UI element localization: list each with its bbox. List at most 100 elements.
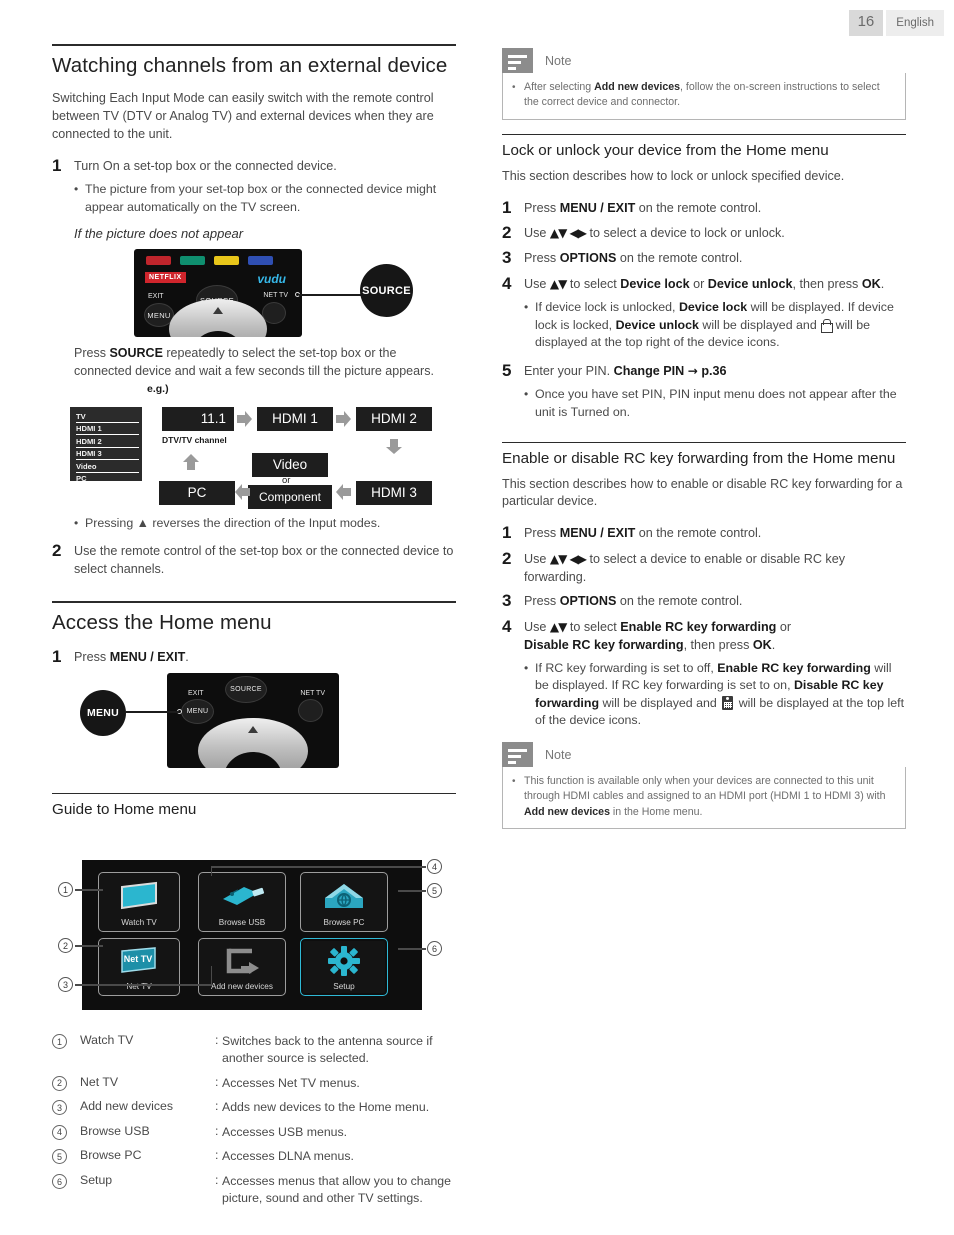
- step-pre: Use: [524, 619, 550, 634]
- bullet-dot: •: [524, 660, 529, 675]
- step-or: or: [776, 619, 792, 634]
- step-text: Use ▲▼ to select Device lock or Device u…: [524, 274, 906, 294]
- legend-row: 6 Setup : Accesses menus that allow you …: [52, 1173, 456, 1206]
- document-page: 16 English Watching channels from an ext…: [0, 0, 954, 1235]
- rc-step-1: 1 Press MENU / EXIT on the remote contro…: [502, 523, 906, 543]
- step-text: Press MENU / EXIT on the remote control.: [524, 198, 906, 218]
- step-1: 1 Turn On a set-top box or the connected…: [52, 156, 456, 176]
- bullet-e: will be displayed and: [599, 695, 721, 710]
- step-end: .: [771, 637, 776, 652]
- tile-net-tv[interactable]: Net TV Net TV: [98, 938, 180, 997]
- callout-line-4a: [211, 866, 426, 868]
- note-text-a: This function is available only when you…: [524, 775, 886, 803]
- lock-step-4: 4 Use ▲▼ to select Device lock or Device…: [502, 274, 906, 294]
- note-header: Note: [502, 48, 906, 73]
- device-unlock-keyword: Device unlock: [707, 276, 793, 291]
- step-number: 2: [502, 548, 512, 568]
- lock-intro: This section describes how to lock or un…: [502, 168, 845, 183]
- input-mode-flow-diagram: TV HDMI 1 HDMI 2 HDMI 3 Video PC 11.1 HD…: [52, 397, 456, 509]
- home-menu-figure: Watch TV Net TV Net TV Browse USB Add ne…: [52, 830, 456, 1025]
- legend-colon: :: [215, 1148, 219, 1163]
- arrow-right-icon: [237, 410, 253, 428]
- device-lock-keyword: Device lock: [620, 276, 690, 291]
- page-ref-arrow-icon: →: [687, 363, 698, 378]
- updown-arrows-icon: ▲▼: [549, 276, 567, 291]
- updown-arrows-icon: ▲▼: [549, 619, 567, 634]
- step-post: on the remote control.: [616, 594, 743, 609]
- access-home-menu-heading: Access the Home menu: [52, 601, 456, 635]
- callout-line-3a: [75, 984, 212, 986]
- bullet-item: • Once you have set PIN, PIN input menu …: [524, 386, 906, 421]
- tile-setup[interactable]: Setup: [300, 938, 388, 997]
- arrow-up-icon: [182, 453, 200, 471]
- note-text-a: After selecting: [524, 81, 595, 93]
- remote-figure-menu: SOURCE EXIT MENU NET TV MENU: [52, 673, 456, 773]
- arrow-left-icon: [234, 483, 250, 501]
- bullet-dot: •: [74, 515, 79, 530]
- step-number: 1: [502, 197, 512, 217]
- green-key-icon: [180, 256, 205, 266]
- note-keyword: Add new devices: [524, 805, 610, 818]
- bullet-item: • Pressing ▲ reverses the direction of t…: [74, 515, 456, 533]
- lock-step-2: 2 Use ▲▼ ◀▶ to select a device to lock o…: [502, 223, 906, 243]
- remote-control-icon: [722, 695, 734, 710]
- arrow-down-icon: [385, 438, 403, 455]
- step-number: 2: [52, 541, 62, 561]
- legend-description: Accesses USB menus.: [222, 1124, 348, 1139]
- menu-leader-line: [126, 711, 179, 713]
- rc-step-2: 2 Use ▲▼ ◀▶ to select a device to enable…: [502, 549, 906, 587]
- callout-number-6: 6: [427, 941, 442, 957]
- legend-name: Browse PC: [80, 1148, 142, 1163]
- step-text: Use ▲▼ ◀▶ to select a device to enable o…: [524, 549, 906, 587]
- tile-browse-usb[interactable]: Browse USB: [198, 872, 286, 933]
- guide-to-home-menu-heading: Guide to Home menu: [52, 793, 456, 818]
- step-text: Use ▲▼ ◀▶ to select a device to lock or …: [524, 223, 906, 243]
- step-number: 1: [502, 523, 512, 543]
- tile-watch-tv[interactable]: Watch TV: [98, 872, 180, 933]
- color-keys-row: [146, 256, 273, 266]
- callout-source-button: SOURCE: [360, 264, 413, 318]
- step-keyword: OPTIONS: [559, 251, 617, 266]
- left-column: Watching channels from an external devic…: [52, 44, 456, 1214]
- netflix-logo: NETFLIX: [145, 272, 186, 284]
- flow-block-channel: 11.1: [162, 406, 234, 431]
- right-column: Note • After selecting Add new devices , …: [502, 44, 906, 843]
- lock-step-1: 1 Press MENU / EXIT on the remote contro…: [502, 198, 906, 218]
- source-list-item: HDMI 2: [76, 436, 139, 448]
- note-icon: [502, 48, 533, 73]
- if-picture-not-appear-heading: If the picture does not appear: [74, 226, 244, 242]
- step-number: 3: [502, 248, 512, 268]
- blue-key-icon: [248, 256, 273, 266]
- step-then: , then press: [792, 276, 862, 291]
- source-instruction: Press SOURCE repeatedly to select the se…: [74, 345, 456, 381]
- tile-browse-pc[interactable]: Browse PC: [300, 872, 388, 933]
- lock-icon: [821, 318, 834, 333]
- step-end: .: [880, 276, 885, 291]
- step-text: Use ▲▼ to select Enable RC key forwardin…: [524, 617, 906, 655]
- remote-menu-button: MENU: [181, 699, 214, 725]
- step-text: Use the remote control of the set-top bo…: [74, 544, 454, 577]
- rc-step-4-bullets: • If RC key forwarding is set to off, En…: [524, 660, 906, 730]
- remote-exit-label: EXIT: [188, 690, 204, 698]
- flow-block-component: Component: [248, 484, 332, 509]
- step-pre: Press: [524, 594, 560, 609]
- source-list-item: HDMI 1: [76, 423, 139, 436]
- legend-colon: :: [215, 1074, 219, 1089]
- bullet-text: Once you have set PIN, PIN input menu do…: [535, 387, 897, 419]
- step-or: or: [689, 276, 708, 291]
- legend-row: 4 Browse USB : Accesses USB menus.: [52, 1124, 456, 1141]
- source-instruction-pre: Press: [74, 346, 110, 361]
- dpad-up-icon: [248, 726, 258, 734]
- source-list-item: Video: [76, 461, 139, 473]
- nettv-icon: Net TV: [119, 939, 159, 982]
- flow-bullets: • Pressing ▲ reverses the direction of t…: [74, 515, 456, 533]
- dpad-arrows-icon: ▲▼ ◀▶: [549, 551, 587, 566]
- tile-label: Browse PC: [323, 918, 365, 928]
- device-unlock-keyword: Device unlock: [615, 317, 699, 332]
- step-pre: Enter your PIN.: [524, 363, 614, 378]
- legend-number: 5: [52, 1149, 67, 1165]
- arrow-left-icon: [335, 483, 351, 501]
- flow-block-pc: PC: [159, 480, 235, 505]
- page-number: 16: [848, 10, 884, 36]
- legend-colon: :: [215, 1099, 219, 1114]
